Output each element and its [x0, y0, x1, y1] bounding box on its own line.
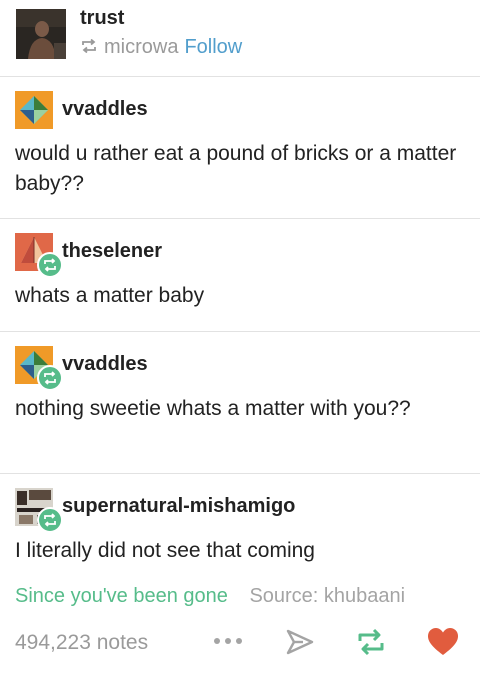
- reblog-badge-icon: [37, 507, 63, 533]
- username[interactable]: supernatural-mishamigo: [62, 495, 295, 518]
- via-username[interactable]: microwa: [104, 36, 178, 59]
- post-header: trust microwa Follow: [0, 0, 480, 77]
- post-block: vvaddles nothing sweetie whats a matter …: [0, 332, 480, 474]
- reblog-badge-icon: [37, 252, 63, 278]
- post-text: I literally did not see that coming: [15, 539, 315, 562]
- reblog-source: microwa Follow: [80, 36, 242, 59]
- source-link[interactable]: Source: khubaani: [249, 585, 405, 607]
- notes-count[interactable]: 494,223 notes: [15, 631, 148, 655]
- post-text: nothing sweetie whats a matter with you?…: [15, 397, 411, 420]
- user-avatar[interactable]: [15, 346, 63, 391]
- reblog-icon[interactable]: [355, 627, 387, 662]
- post-footer: 494,223 notes: [0, 622, 480, 662]
- tag-link[interactable]: Since you've been gone: [15, 585, 228, 607]
- post-text: whats a matter baby: [15, 284, 205, 307]
- user-avatar[interactable]: [15, 488, 63, 533]
- share-icon[interactable]: [285, 627, 315, 662]
- more-icon[interactable]: [213, 634, 243, 652]
- post-text: would u rather eat a pound of bricks or …: [15, 142, 457, 195]
- post-block: supernatural-mishamigo I literally did n…: [0, 474, 480, 574]
- like-icon[interactable]: [427, 627, 459, 662]
- user-avatar[interactable]: [15, 233, 63, 278]
- reblog-badge-icon: [37, 365, 63, 391]
- post-block: theselener whats a matter baby: [0, 219, 480, 332]
- username[interactable]: vvaddles: [62, 98, 148, 121]
- username[interactable]: theselener: [62, 240, 162, 263]
- follow-button[interactable]: Follow: [184, 36, 242, 59]
- user-avatar[interactable]: [15, 91, 53, 129]
- reblog-small-icon: [80, 36, 104, 59]
- post-tags: Since you've been gone Source: khubaani: [15, 585, 405, 608]
- blog-name[interactable]: trust: [80, 7, 124, 30]
- blog-avatar[interactable]: [16, 9, 66, 59]
- post-block: vvaddles would u rather eat a pound of b…: [0, 77, 480, 219]
- username[interactable]: vvaddles: [62, 353, 148, 376]
